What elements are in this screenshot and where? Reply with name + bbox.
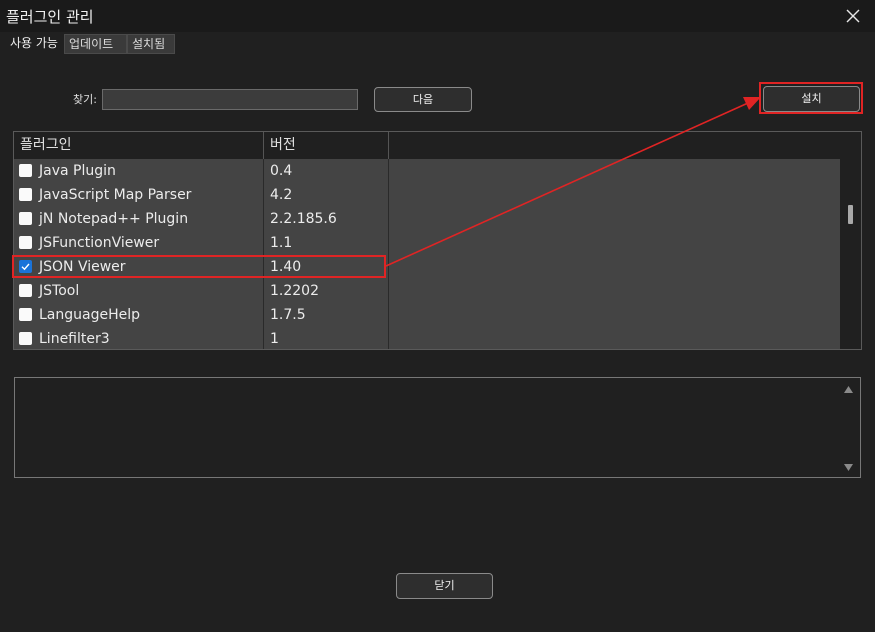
list-header: 플러그인 버전	[14, 132, 861, 159]
scroll-up-icon[interactable]	[838, 383, 859, 397]
plugin-version: 1.7.5	[264, 303, 389, 327]
window-title: 플러그인 관리	[6, 8, 94, 26]
next-button[interactable]: 다음	[374, 87, 472, 112]
tab-available[interactable]: 사용 가능	[6, 33, 64, 54]
plugin-version: 2.2.185.6	[264, 207, 389, 231]
plugin-name: LanguageHelp	[14, 303, 264, 327]
selected-row-highlight	[12, 255, 386, 278]
plugin-version: 4.2	[264, 183, 389, 207]
description-box[interactable]	[14, 377, 861, 478]
title-bar: 플러그인 관리	[0, 0, 875, 32]
install-button-highlight	[759, 82, 863, 114]
close-button[interactable]: 닫기	[396, 573, 493, 599]
plugin-name: JSTool	[14, 279, 264, 303]
column-header-version[interactable]: 버전	[264, 132, 389, 159]
plugin-version: 1	[264, 327, 389, 349]
list-scrollbar[interactable]	[840, 159, 861, 349]
plugin-list[interactable]: 플러그인 버전 Java Plugin 0.4 JavaScript Map Par…	[13, 131, 862, 350]
plugin-name: Linefilter3	[14, 327, 264, 349]
table-row[interactable]: jN Notepad++ Plugin 2.2.185.6	[14, 207, 840, 231]
plugin-name: JavaScript Map Parser	[14, 183, 264, 207]
close-icon	[846, 9, 860, 23]
table-row[interactable]: JSTool 1.2202	[14, 279, 840, 303]
table-row[interactable]: LanguageHelp 1.7.5	[14, 303, 840, 327]
plugin-name: Java Plugin	[14, 159, 264, 183]
plugin-name: jN Notepad++ Plugin	[14, 207, 264, 231]
plugin-version: 0.4	[264, 159, 389, 183]
table-row[interactable]: JSFunctionViewer 1.1	[14, 231, 840, 255]
table-row[interactable]: Java Plugin 0.4	[14, 159, 840, 183]
table-row[interactable]: Linefilter3 1	[14, 327, 840, 349]
scrollbar-thumb[interactable]	[848, 205, 853, 224]
tab-installed[interactable]: 설치됨	[127, 34, 175, 54]
description-text	[15, 378, 860, 386]
description-scrollbar[interactable]	[838, 379, 859, 476]
table-row[interactable]: JavaScript Map Parser 4.2	[14, 183, 840, 207]
column-header-plugin[interactable]: 플러그인	[14, 132, 264, 159]
plugin-version: 1.1	[264, 231, 389, 255]
tab-updates[interactable]: 업데이트	[64, 34, 127, 54]
plugin-version: 1.2202	[264, 279, 389, 303]
close-window-button[interactable]	[839, 3, 867, 29]
plugin-name: JSFunctionViewer	[14, 231, 264, 255]
search-label: 찾기:	[73, 93, 97, 106]
search-input[interactable]	[102, 89, 358, 110]
scroll-down-icon[interactable]	[838, 460, 859, 474]
